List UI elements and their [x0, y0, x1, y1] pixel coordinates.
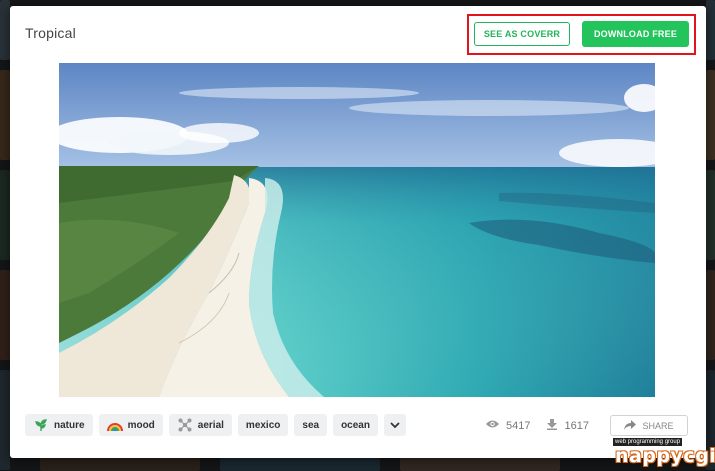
video-detail-modal: Tropical SEE AS COVERR DOWNLOAD FREE nat…: [10, 6, 706, 458]
tag-mexico[interactable]: mexico: [237, 414, 289, 436]
tag-label: sea: [302, 419, 320, 431]
more-tags-button[interactable]: [383, 414, 406, 436]
share-icon: [624, 419, 637, 432]
beach-aerial-image: [59, 63, 655, 397]
tag-list: nature mood aerial mexico sea ocean: [25, 414, 406, 436]
video-preview[interactable]: [59, 63, 655, 397]
downloads-value: 1617: [564, 419, 589, 432]
video-title: Tropical: [25, 25, 76, 41]
tag-label: aerial: [197, 419, 224, 431]
see-as-coverr-button[interactable]: SEE AS COVERR: [474, 22, 570, 46]
download-icon: [546, 418, 558, 433]
watermark-logo: web programming group nappycgi: [613, 438, 715, 470]
eye-icon: [485, 419, 500, 432]
drone-icon: [177, 417, 193, 433]
tag-label: mexico: [245, 419, 281, 431]
tag-aerial[interactable]: aerial: [168, 414, 232, 436]
download-free-button[interactable]: DOWNLOAD FREE: [582, 21, 689, 47]
tag-mood[interactable]: mood: [98, 414, 163, 436]
chevron-down-icon: [387, 417, 403, 433]
video-stats: 5417 1617: [485, 418, 605, 433]
tag-sea[interactable]: sea: [294, 414, 328, 436]
rainbow-icon: [106, 417, 123, 433]
tag-label: ocean: [341, 419, 370, 431]
views-value: 5417: [506, 419, 531, 432]
tag-nature[interactable]: nature: [25, 414, 93, 436]
watermark-text: nappycgi: [615, 445, 715, 467]
downloads-count: 1617: [546, 418, 589, 433]
tag-label: mood: [127, 419, 155, 431]
tag-ocean[interactable]: ocean: [333, 414, 378, 436]
plant-icon: [33, 417, 49, 433]
views-count: 5417: [485, 419, 530, 432]
tag-label: nature: [54, 419, 85, 431]
share-label: SHARE: [642, 420, 674, 431]
share-button[interactable]: SHARE: [610, 415, 688, 436]
